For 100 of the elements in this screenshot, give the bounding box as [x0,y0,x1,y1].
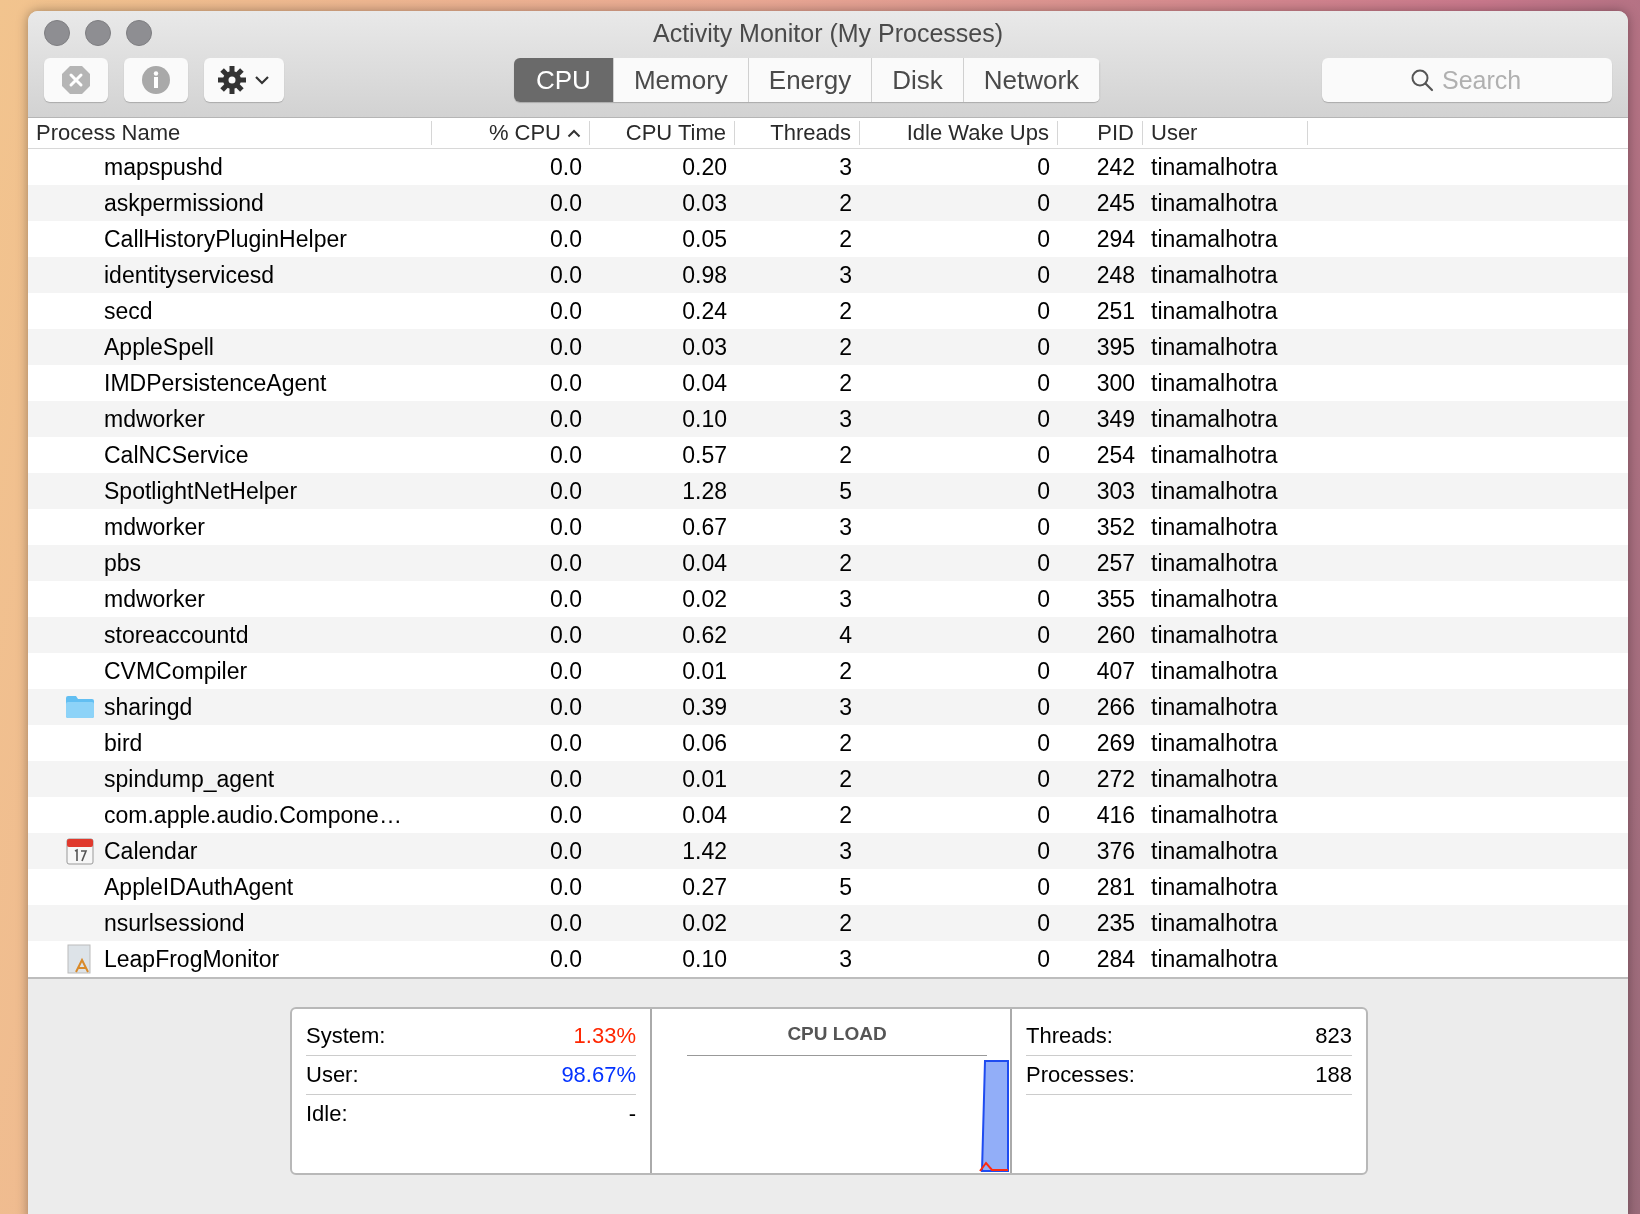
column-header[interactable]: % CPU [432,121,590,145]
tab[interactable]: Memory [613,58,749,102]
table-cell-text: tinamalhotra [1150,621,1279,649]
table-cell-text: 376 [1095,837,1136,865]
table-cell: mdworker [104,585,205,613]
table-cell-text: 0.10 [681,945,728,973]
table-cell-text: 0.02 [681,585,728,613]
table-cell-text: 349 [1095,405,1136,433]
table-cell-text: 0 [1036,909,1051,937]
table-cell-text: tinamalhotra [1150,585,1279,613]
table-cell-text: 0 [1036,765,1051,793]
table-cell-text: 0.0 [549,585,583,613]
zoom-button[interactable] [126,20,152,46]
table-row[interactable]: bird 0.0 0.06 2 0 269 tinamalhotra [28,725,1628,761]
table-row[interactable]: identityservicesd 0.0 0.98 3 0 248 tinamalhotra [28,257,1628,293]
column-header[interactable]: Idle Wake Ups [860,121,1058,145]
table-row[interactable]: CalNCService 0.0 0.57 2 0 254 tinamalhotra [28,437,1628,473]
column-header[interactable]: CPU Time [590,121,735,145]
table-cell-text: 0 [1036,729,1051,757]
table-cell-text: 3 [838,405,853,433]
table-cell-text: 257 [1095,549,1136,577]
tab[interactable]: Network [963,58,1101,102]
table-cell-text: tinamalhotra [1150,801,1279,829]
table-cell-text: 0.0 [549,729,583,757]
table-cell-text: 284 [1095,945,1136,973]
table-row[interactable]: mdworker 0.0 0.10 3 0 349 tinamalhotra [28,401,1628,437]
table-cell-text: 248 [1095,261,1136,289]
table-cell-text: 355 [1095,585,1136,613]
column-header[interactable]: Threads [735,121,860,145]
table-row[interactable]: Calendar 0.0 1.42 3 0 376 tinamalhotra [28,833,1628,869]
table-cell-text: 0.20 [681,153,728,181]
table-row[interactable]: IMDPersistenceAgent 0.0 0.04 2 0 300 tinamalhotra [28,365,1628,401]
table-cell-text: 0.04 [681,801,728,829]
table-cell-text: tinamalhotra [1150,693,1279,721]
info-button[interactable] [124,58,188,102]
table-cell: sharingd [104,693,193,721]
table-row[interactable]: mdworker 0.0 0.67 3 0 352 tinamalhotra [28,509,1628,545]
table-row[interactable]: sharingd 0.0 0.39 3 0 266 tinamalhotra [28,689,1628,725]
action-menu-button[interactable] [204,58,284,102]
table-row[interactable]: secd 0.0 0.24 2 0 251 tinamalhotra [28,293,1628,329]
tab[interactable]: Energy [748,58,873,102]
table-row[interactable]: CallHistoryPluginHelper 0.0 0.05 2 0 294 tinamalhotra [28,221,1628,257]
table-cell-text: 245 [1095,189,1136,217]
table-row[interactable]: askpermissiond 0.0 0.03 2 0 245 tinamalhotra [28,185,1628,221]
stat-value: - [628,1101,636,1127]
table-cell: mdworker [104,513,205,541]
table-cell-text: tinamalhotra [1150,549,1279,577]
table-row[interactable]: AppleIDAuthAgent 0.0 0.27 5 0 281 tinamalhotra [28,869,1628,905]
table-row[interactable]: nsurlsessiond 0.0 0.02 2 0 235 tinamalhotra [28,905,1628,941]
table-cell-text: 5 [838,477,853,505]
table-cell-text: 0.62 [681,621,728,649]
table-cell-text: 407 [1095,657,1136,685]
table-cell-text: 416 [1095,801,1136,829]
table-cell-text: 0.04 [681,549,728,577]
table-cell-text: 0.0 [549,513,583,541]
stat-value: 1.33% [573,1023,636,1049]
table-cell-text: 0.10 [681,405,728,433]
tab[interactable]: Disk [872,58,964,102]
table-row[interactable]: spindump_agent 0.0 0.01 2 0 272 tinamalhotra [28,761,1628,797]
table-row[interactable]: pbs 0.0 0.04 2 0 257 tinamalhotra [28,545,1628,581]
table-cell-text: 0 [1036,585,1051,613]
table-cell-text: 0.03 [681,189,728,217]
table-row[interactable]: com.apple.audio.Compone… 0.0 0.04 2 0 416 tinamalhotra [28,797,1628,833]
table-cell-text: tinamalhotra [1150,837,1279,865]
tab[interactable]: CPU [514,58,614,102]
table-cell: AppleSpell [104,333,214,361]
quit-process-button[interactable] [44,58,108,102]
table-row[interactable]: SpotlightNetHelper 0.0 1.28 5 0 303 tinamalhotra [28,473,1628,509]
table-cell-text: 0.01 [681,657,728,685]
table-cell-text: 0.0 [549,369,583,397]
table-cell-text: 0 [1036,621,1051,649]
table-cell-text: 0 [1036,693,1051,721]
table-cell-text: 395 [1095,333,1136,361]
table-cell-text: 254 [1095,441,1136,469]
table-cell-text: tinamalhotra [1150,405,1279,433]
table-row[interactable]: storeaccountd 0.0 0.62 4 0 260 tinamalhotra [28,617,1628,653]
chevron-down-icon [254,75,270,85]
minimize-button[interactable] [85,20,111,46]
column-header[interactable]: User [1143,121,1308,145]
table-cell-text: 0.0 [549,153,583,181]
table-cell-text: tinamalhotra [1150,189,1279,217]
table-row[interactable]: mapspushd 0.0 0.20 3 0 242 tinamalhotra [28,149,1628,185]
table-cell: bird [104,729,143,757]
column-header[interactable]: Process Name [28,121,432,145]
table-cell-text: 300 [1095,369,1136,397]
table-row[interactable]: LeapFrogMonitor 0.0 0.10 3 0 284 tinamalhotra [28,941,1628,977]
column-header[interactable]: PID [1058,121,1143,145]
table-row[interactable]: mdworker 0.0 0.02 3 0 355 tinamalhotra [28,581,1628,617]
table-cell-text: tinamalhotra [1150,729,1279,757]
table-row[interactable]: CVMCompiler 0.0 0.01 2 0 407 tinamalhotra [28,653,1628,689]
table-cell-text: 4 [838,621,853,649]
close-button[interactable] [44,20,70,46]
search-field[interactable]: Search [1322,58,1612,102]
stat-label: Processes: [1026,1062,1135,1088]
table-cell-text: tinamalhotra [1150,945,1279,973]
table-cell-text: 0 [1036,549,1051,577]
table-row[interactable]: AppleSpell 0.0 0.03 2 0 395 tinamalhotra [28,329,1628,365]
calendar-icon [66,837,94,865]
table-cell-text: 0.04 [681,369,728,397]
table-cell-text: tinamalhotra [1150,513,1279,541]
